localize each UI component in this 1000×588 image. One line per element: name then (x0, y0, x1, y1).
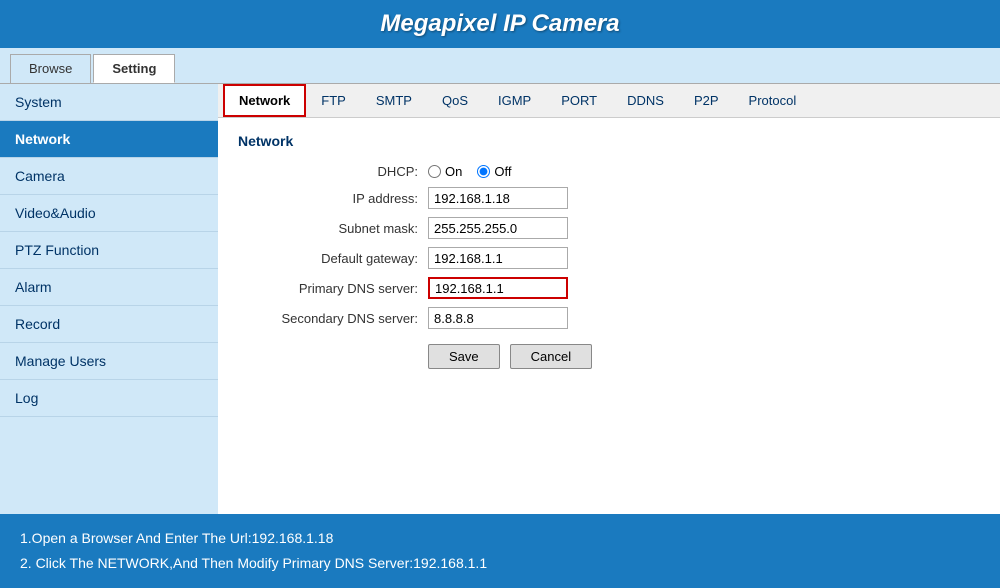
app-title: Megapixel IP Camera (0, 10, 1000, 38)
ip-label: IP address: (258, 191, 428, 206)
sidebar: System Network Camera Video&Audio PTZ Fu… (0, 84, 218, 514)
save-button[interactable]: Save (428, 344, 500, 369)
sidebar-item-system[interactable]: System (0, 84, 218, 121)
section-title: Network (238, 133, 980, 149)
dhcp-off-label: Off (494, 164, 511, 179)
subnav-smtp[interactable]: SMTP (361, 85, 427, 116)
secondary-dns-label: Secondary DNS server: (258, 311, 428, 326)
main-tab-row: Browse Setting (0, 48, 1000, 84)
sidebar-item-ptz[interactable]: PTZ Function (0, 232, 218, 269)
button-row: Save Cancel (428, 344, 980, 369)
content-area: Network FTP SMTP QoS IGMP PORT DDNS P2P … (218, 84, 1000, 514)
dhcp-on-option[interactable]: On (428, 164, 462, 179)
dhcp-off-radio[interactable] (477, 165, 490, 178)
sidebar-item-video-audio[interactable]: Video&Audio (0, 195, 218, 232)
sidebar-item-network[interactable]: Network (0, 121, 218, 158)
subnav-protocol[interactable]: Protocol (734, 85, 812, 116)
footer-line2: 2. Click The NETWORK,And Then Modify Pri… (20, 551, 980, 576)
footer-line1: 1.Open a Browser And Enter The Url:192.1… (20, 526, 980, 551)
footer: 1.Open a Browser And Enter The Url:192.1… (0, 514, 1000, 588)
dhcp-row: DHCP: On Off (258, 164, 980, 179)
dhcp-off-option[interactable]: Off (477, 164, 511, 179)
dhcp-label: DHCP: (258, 164, 428, 179)
ip-row: IP address: (258, 187, 980, 209)
main-layout: System Network Camera Video&Audio PTZ Fu… (0, 84, 1000, 514)
gateway-row: Default gateway: (258, 247, 980, 269)
sidebar-item-manage-users[interactable]: Manage Users (0, 343, 218, 380)
sidebar-item-alarm[interactable]: Alarm (0, 269, 218, 306)
dhcp-options: On Off (428, 164, 511, 179)
primary-dns-input[interactable] (428, 277, 568, 299)
subnav-network[interactable]: Network (223, 84, 306, 117)
dhcp-on-label: On (445, 164, 462, 179)
gateway-input[interactable] (428, 247, 568, 269)
subnav-port[interactable]: PORT (546, 85, 612, 116)
sidebar-item-camera[interactable]: Camera (0, 158, 218, 195)
subnav-ftp[interactable]: FTP (306, 85, 361, 116)
cancel-button[interactable]: Cancel (510, 344, 592, 369)
content-panel: Network DHCP: On Off (218, 118, 1000, 514)
primary-dns-row: Primary DNS server: (258, 277, 980, 299)
app-header: Megapixel IP Camera (0, 0, 1000, 48)
subnav-igmp[interactable]: IGMP (483, 85, 546, 116)
subnet-input[interactable] (428, 217, 568, 239)
secondary-dns-row: Secondary DNS server: (258, 307, 980, 329)
subnav-ddns[interactable]: DDNS (612, 85, 679, 116)
network-form: DHCP: On Off IP address: (258, 164, 980, 369)
sidebar-item-record[interactable]: Record (0, 306, 218, 343)
subnet-row: Subnet mask: (258, 217, 980, 239)
subnet-label: Subnet mask: (258, 221, 428, 236)
sidebar-item-log[interactable]: Log (0, 380, 218, 417)
tab-browse[interactable]: Browse (10, 54, 91, 83)
dhcp-on-radio[interactable] (428, 165, 441, 178)
subnav-p2p[interactable]: P2P (679, 85, 734, 116)
sub-nav: Network FTP SMTP QoS IGMP PORT DDNS P2P … (218, 84, 1000, 118)
gateway-label: Default gateway: (258, 251, 428, 266)
secondary-dns-input[interactable] (428, 307, 568, 329)
tab-setting[interactable]: Setting (93, 54, 175, 83)
subnav-qos[interactable]: QoS (427, 85, 483, 116)
primary-dns-label: Primary DNS server: (258, 281, 428, 296)
ip-input[interactable] (428, 187, 568, 209)
